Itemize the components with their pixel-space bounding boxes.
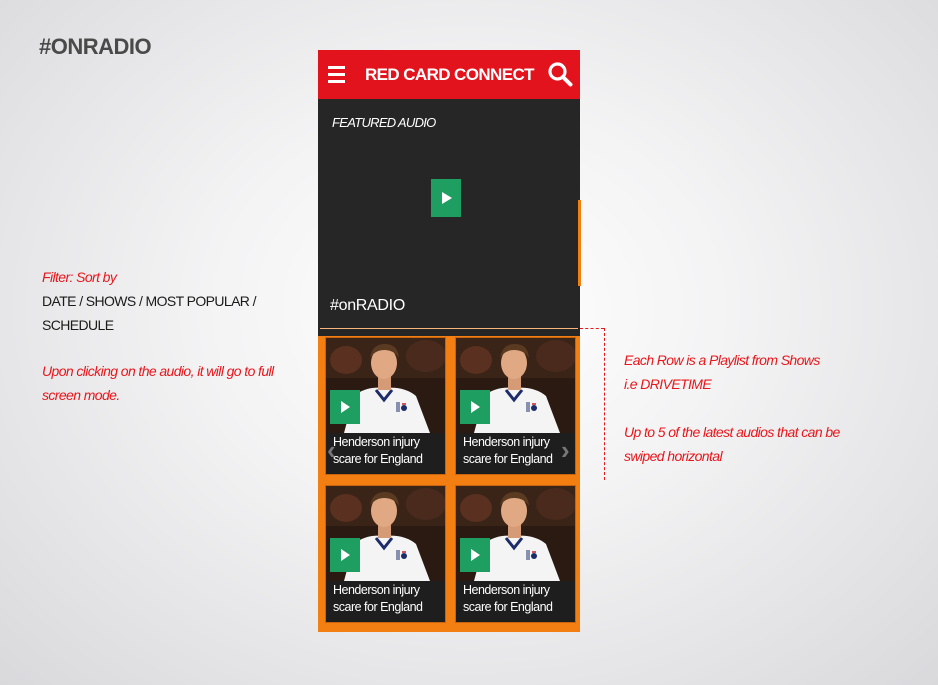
play-icon[interactable] — [460, 538, 490, 572]
slide-title: #ONRADIO — [39, 34, 152, 59]
annotation-left: Filter: Sort by DATE / SHOWS / MOST POPU… — [42, 265, 292, 407]
featured-play-icon[interactable] — [431, 179, 461, 217]
audio-title-line: Henderson injury — [333, 583, 420, 597]
swipe-note: Up to 5 of the latest audios that can be — [624, 424, 840, 440]
audio-card[interactable]: Henderson injury scare for England — [325, 485, 446, 623]
filter-options-cont: SCHEDULE — [42, 317, 114, 333]
row-note-cont: i.e DRIVETIME — [624, 376, 712, 392]
audio-title: Henderson injury scare for England — [333, 582, 445, 616]
audio-card[interactable]: Henderson injury scare for England — [325, 337, 446, 475]
click-note: Upon clicking on the audio, it will go t… — [42, 363, 274, 379]
audio-title-line: scare for England — [463, 452, 553, 466]
click-note-cont: screen mode. — [42, 387, 120, 403]
play-icon[interactable] — [330, 390, 360, 424]
play-icon[interactable] — [330, 538, 360, 572]
audio-title-line: Henderson injury — [463, 583, 550, 597]
scroll-indicator — [578, 200, 581, 286]
app-title: RED CARD CONNECT — [365, 65, 535, 84]
audio-title-line: Henderson injury — [463, 435, 550, 449]
audio-title: Henderson injury scare for England — [463, 582, 575, 616]
hamburger-menu-icon[interactable] — [328, 66, 345, 83]
swipe-note-cont: swiped horizontal — [624, 448, 723, 464]
featured-audio-label: FEATURED AUDIO — [332, 115, 436, 130]
audio-card[interactable]: Henderson injury scare for England — [455, 485, 576, 623]
row-note: Each Row is a Playlist from Shows — [624, 352, 820, 368]
search-icon[interactable] — [547, 61, 573, 87]
app-header: RED CARD CONNECT — [318, 50, 580, 99]
section-divider — [320, 328, 578, 329]
audio-card[interactable]: Henderson injury scare for England — [455, 337, 576, 475]
filter-label: Filter: Sort by — [42, 269, 117, 285]
section-title: #onRADIO — [330, 297, 405, 314]
annotation-bracket — [604, 328, 605, 480]
play-icon[interactable] — [460, 390, 490, 424]
carousel-next-icon[interactable]: › — [561, 437, 570, 463]
carousel-prev-icon[interactable]: ‹ — [327, 437, 336, 463]
audio-title: Henderson injury scare for England — [333, 434, 445, 468]
filter-options: DATE / SHOWS / MOST POPULAR / — [42, 293, 257, 309]
audio-title-line: scare for England — [333, 600, 423, 614]
annotation-right: Each Row is a Playlist from Shows i.e DR… — [624, 348, 884, 468]
annotation-connector — [580, 328, 604, 329]
audio-title-line: scare for England — [333, 452, 423, 466]
audio-title-line: scare for England — [463, 600, 553, 614]
audio-title-line: Henderson injury — [333, 435, 420, 449]
audio-title: Henderson injury scare for England — [463, 434, 575, 468]
